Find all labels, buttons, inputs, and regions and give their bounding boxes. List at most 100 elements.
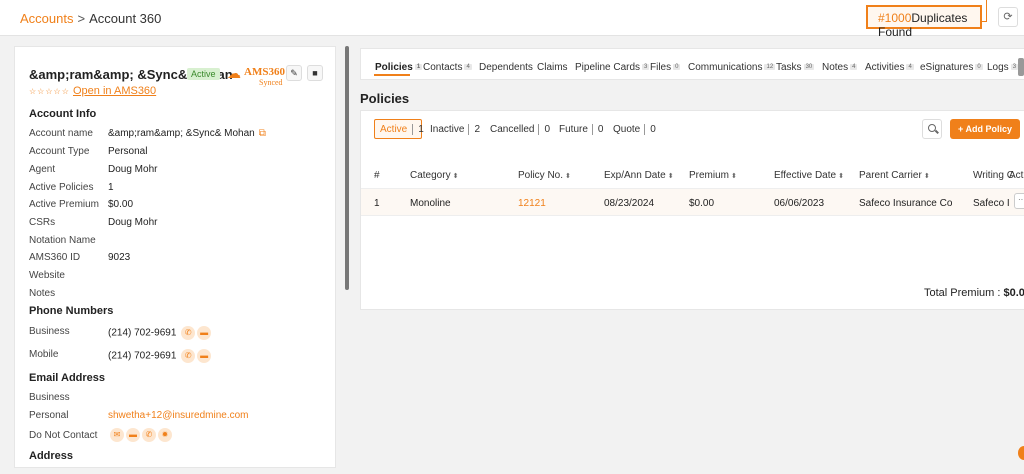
delete-button[interactable]: ■	[307, 65, 323, 81]
help-widget-button[interactable]	[1018, 446, 1024, 460]
tab-dependents[interactable]: Dependents	[479, 62, 533, 73]
filter-cancelled-count: 0	[538, 124, 551, 135]
column-header-writing-carrier[interactable]: Writing C	[973, 170, 1014, 181]
top-bar: Accounts > Account 360 #1000Duplicates F…	[0, 0, 1024, 39]
notation-name-label: Notation Name	[29, 235, 96, 246]
row-actions-button[interactable]: ···	[1014, 193, 1024, 209]
status-badge: Active	[187, 68, 220, 80]
column-header-effective-date[interactable]: Effective Date ⬍	[774, 170, 844, 181]
personal-email-value[interactable]: shwetha+12@insuredmine.com	[108, 410, 249, 421]
filter-cancelled[interactable]: Cancelled 0	[490, 124, 551, 135]
refresh-button[interactable]: ⟳	[998, 7, 1018, 27]
row-category: Monoline	[410, 198, 451, 209]
filter-inactive[interactable]: Inactive 2	[430, 124, 481, 135]
tab-contacts[interactable]: Contacts 4	[423, 62, 472, 73]
tab-claims[interactable]: Claims	[537, 62, 568, 73]
column-category-label: Category	[410, 170, 451, 181]
row-effective-date: 06/06/2023	[774, 198, 825, 209]
filter-future-label: Future	[559, 124, 588, 135]
open-in-ams360-link[interactable]: Open in AMS360	[73, 85, 156, 97]
copy-icon[interactable]: ⧉	[259, 128, 266, 139]
tab-notes[interactable]: Notes 4	[822, 62, 858, 73]
breadcrumb-separator: >	[77, 11, 86, 26]
filter-quote-label: Quote	[613, 124, 641, 135]
row-policy-no-link[interactable]: 12121	[518, 198, 546, 209]
sun-icon[interactable]: ✹	[158, 428, 172, 442]
column-header-exp-date[interactable]: Exp/Ann Date ⬍	[604, 170, 674, 181]
total-premium-value: $0.00	[1003, 287, 1024, 299]
tab-files-label: Files	[650, 62, 672, 73]
phone-icon[interactable]: ✆	[181, 326, 196, 340]
column-number-label: #	[374, 170, 380, 181]
business-email-label: Business	[29, 392, 70, 403]
tab-dependents-label: Dependents	[479, 62, 533, 73]
column-header-category[interactable]: Category ⬍	[410, 170, 458, 181]
agent-label: Agent	[29, 164, 56, 175]
filter-future[interactable]: Future 0	[559, 124, 604, 135]
email-icon[interactable]: ✉	[110, 428, 124, 442]
column-writing-carrier-label: Writing C	[973, 170, 1014, 181]
csrs-label: CSRs	[29, 217, 56, 228]
column-header-policy-no[interactable]: Policy No. ⬍	[518, 170, 571, 181]
address-heading: Address	[29, 450, 74, 462]
tab-communications-label: Communications	[688, 62, 763, 73]
tab-logs[interactable]: Logs 3	[987, 62, 1019, 73]
account-name-value: &amp;ram&amp; &Sync& Mohan ⧉	[108, 128, 266, 139]
add-policy-button[interactable]: + Add Policy	[950, 119, 1020, 139]
filter-quote[interactable]: Quote 0	[613, 124, 656, 135]
tab-tasks-label: Tasks	[776, 62, 802, 73]
tab-pipeline-cards-label: Pipeline Cards	[575, 62, 641, 73]
duplicates-count: #1000	[878, 11, 912, 25]
chat-icon[interactable]: ▬	[126, 428, 140, 442]
edit-button[interactable]: ✎	[286, 65, 302, 81]
sort-icon: ⬍	[667, 173, 674, 180]
active-premium-label: Active Premium	[29, 199, 100, 210]
phone-icon[interactable]: ✆	[181, 349, 196, 363]
duplicates-found-button[interactable]: #1000Duplicates Found	[866, 5, 982, 39]
personal-email-label: Personal	[29, 410, 69, 421]
mobile-phone-value: (214) 702-9691 ✆ ▬	[108, 349, 212, 363]
tab-esignatures[interactable]: eSignatures 0	[920, 62, 983, 73]
search-button[interactable]	[922, 119, 942, 139]
agent-value: Doug Mohr	[108, 164, 158, 175]
tab-tasks[interactable]: Tasks 30	[776, 62, 815, 73]
rating-stars[interactable]: ☆☆☆☆☆	[29, 87, 70, 96]
tab-pipeline-cards[interactable]: Pipeline Cards 3	[575, 62, 650, 73]
filter-quote-count: 0	[644, 124, 656, 135]
policies-title: Policies	[360, 91, 410, 106]
account-info-heading: Account Info	[29, 108, 97, 120]
tab-files[interactable]: Files 0	[650, 62, 681, 73]
column-header-parent-carrier[interactable]: Parent Carrier ⬍	[859, 170, 930, 181]
tab-communications-count: 12	[764, 64, 776, 71]
account-name-text: &amp;ram&amp; &Sync& Mohan	[108, 128, 255, 139]
phone-icon[interactable]: ✆	[142, 428, 156, 442]
tab-communications[interactable]: Communications 12	[688, 62, 776, 73]
filter-active-label: Active	[380, 124, 408, 135]
filter-cancelled-label: Cancelled	[490, 124, 535, 135]
tabs-bar: Policies 1 Contacts 4 Dependents Claims Pi…	[360, 48, 1024, 80]
active-policies-value: 1	[108, 182, 114, 193]
account-details-panel: &amp;ram&amp; &Sync& Mohan Active ☁ AMS3…	[14, 46, 336, 468]
tab-activities[interactable]: Activities 4	[865, 62, 914, 73]
email-address-heading: Email Address	[29, 372, 106, 384]
tab-activities-label: Activities	[865, 62, 905, 73]
chat-icon[interactable]: ▬	[197, 326, 212, 340]
filter-future-count: 0	[591, 124, 604, 135]
column-header-actions: Actio	[1009, 170, 1024, 181]
ams360-logo: ☁ AMS360 Synced	[227, 64, 287, 87]
filter-active[interactable]: Active 1	[374, 119, 424, 139]
column-header-premium[interactable]: Premium ⬍	[689, 170, 737, 181]
business-phone-value: (214) 702-9691 ✆ ▬	[108, 326, 212, 340]
left-panel-scrollbar[interactable]	[345, 46, 349, 290]
trash-icon: ■	[312, 68, 318, 78]
row-parent-carrier: Safeco Insurance Co	[859, 198, 953, 209]
tab-esignatures-count: 0	[975, 64, 983, 71]
breadcrumb-current: Account 360	[89, 11, 162, 26]
tab-policies[interactable]: Policies 1	[375, 62, 423, 73]
cloud-icon: ☁	[227, 65, 241, 81]
row-premium: $0.00	[689, 198, 715, 209]
tabs-scrollbar[interactable]	[1018, 58, 1024, 76]
chat-icon[interactable]: ▬	[197, 349, 212, 363]
tab-policies-count: 1	[414, 64, 423, 71]
breadcrumb-accounts-link[interactable]: Accounts	[20, 11, 73, 26]
